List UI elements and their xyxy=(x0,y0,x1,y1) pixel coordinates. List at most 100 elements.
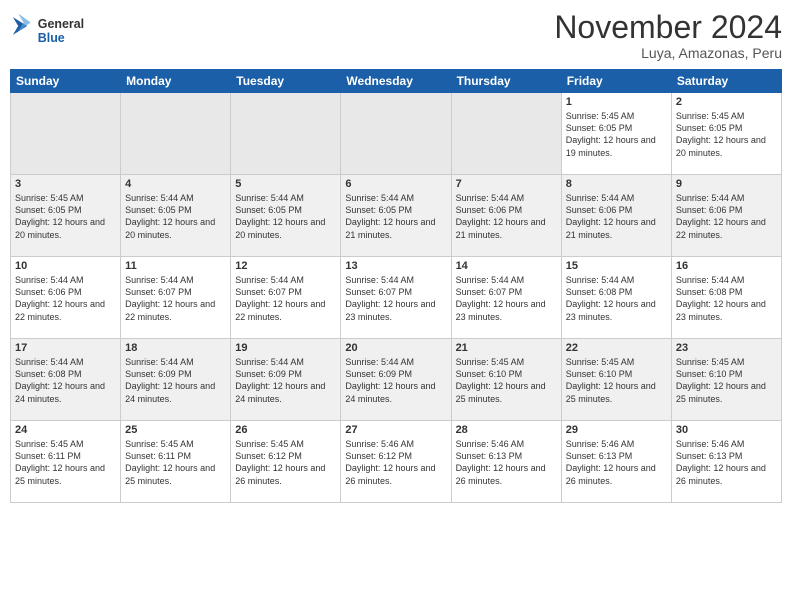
day-number: 17 xyxy=(15,342,116,354)
day-number: 2 xyxy=(676,96,777,108)
logo-svg: General Blue xyxy=(10,10,110,50)
day-info: Sunrise: 5:45 AM Sunset: 6:11 PM Dayligh… xyxy=(15,438,116,487)
table-row: 11 Sunrise: 5:44 AM Sunset: 6:07 PM Dayli… xyxy=(121,257,231,339)
col-monday: Monday xyxy=(121,70,231,93)
day-info: Sunrise: 5:44 AM Sunset: 6:06 PM Dayligh… xyxy=(456,192,557,241)
day-info: Sunrise: 5:45 AM Sunset: 6:05 PM Dayligh… xyxy=(566,110,667,159)
table-row: 20 Sunrise: 5:44 AM Sunset: 6:09 PM Dayli… xyxy=(341,339,451,421)
day-number: 1 xyxy=(566,96,667,108)
day-number: 19 xyxy=(235,342,336,354)
table-row: 30 Sunrise: 5:46 AM Sunset: 6:13 PM Dayli… xyxy=(671,421,781,503)
table-row: 24Sunrise: 5:45 AM Sunset: 6:11 PM Dayli… xyxy=(11,421,121,503)
day-number: 16 xyxy=(676,260,777,272)
col-tuesday: Tuesday xyxy=(231,70,341,93)
day-number: 14 xyxy=(456,260,557,272)
day-info: Sunrise: 5:44 AM Sunset: 6:06 PM Dayligh… xyxy=(676,192,777,241)
title-section: November 2024 Luya, Amazonas, Peru xyxy=(554,10,782,61)
table-row: 7Sunrise: 5:44 AM Sunset: 6:06 PM Daylig… xyxy=(451,175,561,257)
day-number: 6 xyxy=(345,178,446,190)
day-info: Sunrise: 5:44 AM Sunset: 6:09 PM Dayligh… xyxy=(125,356,226,405)
day-number: 21 xyxy=(456,342,557,354)
day-info: Sunrise: 5:44 AM Sunset: 6:06 PM Dayligh… xyxy=(15,274,116,323)
day-number: 13 xyxy=(345,260,446,272)
day-info: Sunrise: 5:45 AM Sunset: 6:11 PM Dayligh… xyxy=(125,438,226,487)
day-info: Sunrise: 5:45 AM Sunset: 6:05 PM Dayligh… xyxy=(676,110,777,159)
table-row xyxy=(11,93,121,175)
day-info: Sunrise: 5:44 AM Sunset: 6:07 PM Dayligh… xyxy=(456,274,557,323)
table-row: 13 Sunrise: 5:44 AM Sunset: 6:07 PM Dayli… xyxy=(341,257,451,339)
day-number: 3 xyxy=(15,178,116,190)
day-number: 27 xyxy=(345,424,446,436)
day-info: Sunrise: 5:44 AM Sunset: 6:08 PM Dayligh… xyxy=(566,274,667,323)
day-info: Sunrise: 5:45 AM Sunset: 6:10 PM Dayligh… xyxy=(566,356,667,405)
table-row: 23Sunrise: 5:45 AM Sunset: 6:10 PM Dayli… xyxy=(671,339,781,421)
table-row: 14 Sunrise: 5:44 AM Sunset: 6:07 PM Dayli… xyxy=(451,257,561,339)
day-info: Sunrise: 5:46 AM Sunset: 6:13 PM Dayligh… xyxy=(456,438,557,487)
col-friday: Friday xyxy=(561,70,671,93)
calendar-week-row: 3 Sunrise: 5:45 AM Sunset: 6:05 PM Daylig… xyxy=(11,175,782,257)
logo: General Blue xyxy=(10,10,110,50)
day-info: Sunrise: 5:44 AM Sunset: 6:05 PM Dayligh… xyxy=(345,192,446,241)
day-number: 20 xyxy=(345,342,446,354)
table-row xyxy=(231,93,341,175)
calendar-week-row: 24Sunrise: 5:45 AM Sunset: 6:11 PM Dayli… xyxy=(11,421,782,503)
month-title: November 2024 xyxy=(554,10,782,45)
calendar-table: Sunday Monday Tuesday Wednesday Thursday… xyxy=(10,69,782,503)
day-info: Sunrise: 5:44 AM Sunset: 6:08 PM Dayligh… xyxy=(15,356,116,405)
day-number: 18 xyxy=(125,342,226,354)
day-info: Sunrise: 5:46 AM Sunset: 6:13 PM Dayligh… xyxy=(676,438,777,487)
table-row xyxy=(121,93,231,175)
day-info: Sunrise: 5:46 AM Sunset: 6:13 PM Dayligh… xyxy=(566,438,667,487)
table-row xyxy=(451,93,561,175)
day-info: Sunrise: 5:45 AM Sunset: 6:10 PM Dayligh… xyxy=(676,356,777,405)
table-row: 9 Sunrise: 5:44 AM Sunset: 6:06 PM Daylig… xyxy=(671,175,781,257)
day-number: 30 xyxy=(676,424,777,436)
day-info: Sunrise: 5:45 AM Sunset: 6:10 PM Dayligh… xyxy=(456,356,557,405)
day-info: Sunrise: 5:45 AM Sunset: 6:05 PM Dayligh… xyxy=(15,192,116,241)
table-row: 6 Sunrise: 5:44 AM Sunset: 6:05 PM Daylig… xyxy=(341,175,451,257)
table-row: 1 Sunrise: 5:45 AM Sunset: 6:05 PM Daylig… xyxy=(561,93,671,175)
day-info: Sunrise: 5:44 AM Sunset: 6:06 PM Dayligh… xyxy=(566,192,667,241)
day-number: 29 xyxy=(566,424,667,436)
table-row: 28 Sunrise: 5:46 AM Sunset: 6:13 PM Dayli… xyxy=(451,421,561,503)
day-number: 25 xyxy=(125,424,226,436)
table-row: 21 Sunrise: 5:45 AM Sunset: 6:10 PM Dayli… xyxy=(451,339,561,421)
day-number: 11 xyxy=(125,260,226,272)
day-info: Sunrise: 5:44 AM Sunset: 6:05 PM Dayligh… xyxy=(125,192,226,241)
day-number: 9 xyxy=(676,178,777,190)
day-number: 10 xyxy=(15,260,116,272)
day-info: Sunrise: 5:44 AM Sunset: 6:07 PM Dayligh… xyxy=(345,274,446,323)
table-row xyxy=(341,93,451,175)
day-number: 26 xyxy=(235,424,336,436)
table-row: 4Sunrise: 5:44 AM Sunset: 6:05 PM Daylig… xyxy=(121,175,231,257)
table-row: 8 Sunrise: 5:44 AM Sunset: 6:06 PM Daylig… xyxy=(561,175,671,257)
col-saturday: Saturday xyxy=(671,70,781,93)
location: Luya, Amazonas, Peru xyxy=(554,45,782,61)
day-info: Sunrise: 5:44 AM Sunset: 6:09 PM Dayligh… xyxy=(345,356,446,405)
day-info: Sunrise: 5:44 AM Sunset: 6:07 PM Dayligh… xyxy=(125,274,226,323)
day-number: 8 xyxy=(566,178,667,190)
day-info: Sunrise: 5:46 AM Sunset: 6:12 PM Dayligh… xyxy=(345,438,446,487)
day-number: 28 xyxy=(456,424,557,436)
table-row: 16 Sunrise: 5:44 AM Sunset: 6:08 PM Dayli… xyxy=(671,257,781,339)
table-row: 10 Sunrise: 5:44 AM Sunset: 6:06 PM Dayli… xyxy=(11,257,121,339)
table-row: 2 Sunrise: 5:45 AM Sunset: 6:05 PM Daylig… xyxy=(671,93,781,175)
col-wednesday: Wednesday xyxy=(341,70,451,93)
day-info: Sunrise: 5:45 AM Sunset: 6:12 PM Dayligh… xyxy=(235,438,336,487)
table-row: 3 Sunrise: 5:45 AM Sunset: 6:05 PM Daylig… xyxy=(11,175,121,257)
page: General Blue November 2024 Luya, Amazona… xyxy=(0,0,792,612)
col-thursday: Thursday xyxy=(451,70,561,93)
header: General Blue November 2024 Luya, Amazona… xyxy=(10,10,782,61)
calendar-header-row: Sunday Monday Tuesday Wednesday Thursday… xyxy=(11,70,782,93)
table-row: 15 Sunrise: 5:44 AM Sunset: 6:08 PM Dayli… xyxy=(561,257,671,339)
day-number: 5 xyxy=(235,178,336,190)
day-info: Sunrise: 5:44 AM Sunset: 6:08 PM Dayligh… xyxy=(676,274,777,323)
svg-text:Blue: Blue xyxy=(38,31,65,45)
table-row: 26 Sunrise: 5:45 AM Sunset: 6:12 PM Dayli… xyxy=(231,421,341,503)
table-row: 29 Sunrise: 5:46 AM Sunset: 6:13 PM Dayli… xyxy=(561,421,671,503)
calendar-week-row: 10 Sunrise: 5:44 AM Sunset: 6:06 PM Dayli… xyxy=(11,257,782,339)
table-row: 18 Sunrise: 5:44 AM Sunset: 6:09 PM Dayli… xyxy=(121,339,231,421)
day-number: 15 xyxy=(566,260,667,272)
table-row: 27 Sunrise: 5:46 AM Sunset: 6:12 PM Dayli… xyxy=(341,421,451,503)
table-row: 25 Sunrise: 5:45 AM Sunset: 6:11 PM Dayli… xyxy=(121,421,231,503)
